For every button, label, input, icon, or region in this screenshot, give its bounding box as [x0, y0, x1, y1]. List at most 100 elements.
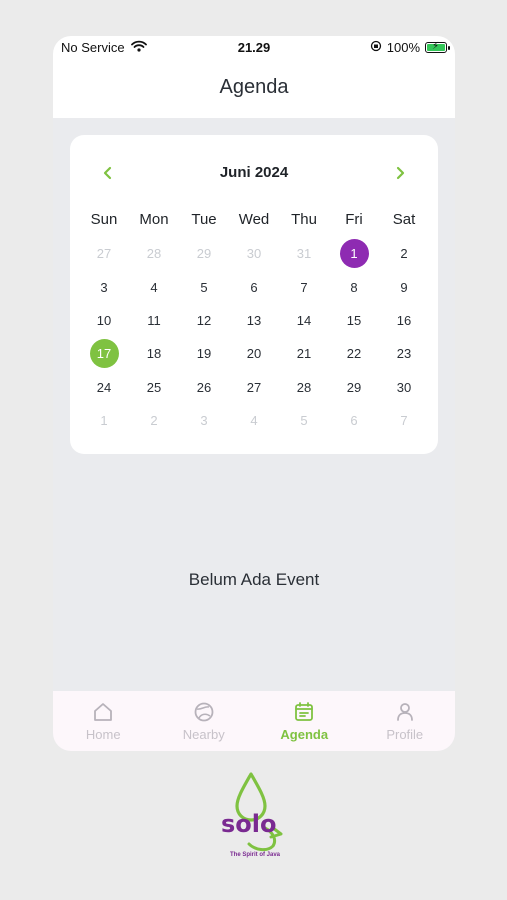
calendar-day[interactable]: 12	[179, 304, 229, 337]
day-number: 4	[150, 279, 158, 295]
calendar-day[interactable]: 23	[379, 337, 429, 370]
tab-label: Profile	[386, 727, 424, 742]
weekday-mon: Mon	[139, 211, 169, 228]
battery-icon: ⚡	[425, 41, 450, 53]
day-number: 29	[346, 379, 362, 395]
day-number: 18	[146, 346, 162, 362]
tab-nearby[interactable]: Nearby	[154, 691, 255, 751]
day-number: 16	[396, 312, 412, 328]
calendar-day[interactable]: 29	[329, 371, 379, 404]
calendar-day[interactable]: 22	[329, 337, 379, 370]
solo-logo: solo The Spirit of Java	[215, 770, 295, 866]
phone-screen: No Service 21.29 100% ⚡ Agenda Juni 2024…	[53, 36, 455, 751]
day-number: 23	[396, 346, 412, 362]
calendar-day[interactable]: 18	[129, 337, 179, 370]
weekday-sun: Sun	[90, 211, 118, 228]
next-month-button[interactable]	[388, 161, 412, 185]
calendar-day[interactable]: 31	[279, 237, 329, 270]
tab-profile[interactable]: Profile	[355, 691, 456, 751]
calendar-day[interactable]: 4	[129, 270, 179, 303]
calendar-day[interactable]: 27	[79, 237, 129, 270]
calendar-day[interactable]: 10	[79, 304, 129, 337]
calendar-day[interactable]: 13	[229, 304, 279, 337]
day-number: 5	[200, 279, 208, 295]
calendar-day[interactable]: 24	[79, 371, 129, 404]
calendar-day[interactable]: 3	[79, 270, 129, 303]
calendar-day[interactable]: 21	[279, 337, 329, 370]
day-number: 7	[300, 279, 308, 295]
weekday-fri: Fri	[345, 211, 363, 228]
calendar-day[interactable]: 8	[329, 270, 379, 303]
calendar-day[interactable]: 11	[129, 304, 179, 337]
weekday-tue: Tue	[191, 211, 217, 228]
calendar-day[interactable]: 9	[379, 270, 429, 303]
calendar-week-row: 24 25 26 27 28 29 30	[79, 371, 429, 404]
calendar-day[interactable]: 27	[229, 371, 279, 404]
calendar-day[interactable]: 5	[179, 270, 229, 303]
calendar-day[interactable]: 20	[229, 337, 279, 370]
day-number: 28	[146, 246, 162, 262]
calendar-day[interactable]: 1	[79, 404, 129, 437]
tab-label: Home	[85, 727, 121, 742]
calendar-day[interactable]: 2	[129, 404, 179, 437]
day-number: 26	[196, 379, 212, 395]
logo-tagline: The Spirit of Java	[229, 852, 280, 858]
calendar-day[interactable]: 7	[279, 270, 329, 303]
day-number: 31	[296, 246, 312, 262]
day-number: 2	[150, 413, 158, 429]
tab-home[interactable]: Home	[53, 691, 154, 751]
day-number: 20	[246, 346, 262, 362]
month-label: Juni 2024	[219, 164, 289, 181]
calendar-week-row: 3 4 5 6 7 8 9	[79, 270, 429, 303]
calendar-day[interactable]: 29	[179, 237, 229, 270]
orientation-lock-icon	[370, 40, 382, 55]
calendar-day[interactable]: 25	[129, 371, 179, 404]
calendar-day[interactable]: 28	[279, 371, 329, 404]
chevron-right-icon	[396, 166, 405, 180]
calendar-week-row: 1 2 3 4 5 6 7	[79, 404, 429, 437]
tab-agenda[interactable]: Agenda	[254, 691, 355, 751]
calendar-day[interactable]: 30	[379, 371, 429, 404]
day-number: 30	[396, 379, 412, 395]
calendar-day-today[interactable]: 17	[79, 337, 129, 370]
day-number: 3	[200, 413, 208, 429]
home-icon	[94, 703, 113, 721]
day-number: 29	[196, 246, 212, 262]
day-number: 6	[250, 279, 258, 295]
day-number: 27	[246, 379, 262, 395]
calendar-day[interactable]: 7	[379, 404, 429, 437]
globe-icon	[194, 702, 214, 722]
day-number: 7	[400, 413, 408, 429]
calendar-day[interactable]: 4	[229, 404, 279, 437]
day-number: 22	[346, 346, 362, 362]
weekday-thu: Thu	[291, 211, 317, 228]
day-number: 15	[346, 312, 362, 328]
day-number: 28	[296, 379, 312, 395]
calendar-day[interactable]: 16	[379, 304, 429, 337]
day-number: 9	[400, 279, 408, 295]
day-number: 19	[196, 346, 212, 362]
empty-state-message: Belum Ada Event	[188, 570, 320, 589]
day-number: 25	[146, 379, 162, 395]
calendar-day[interactable]: 19	[179, 337, 229, 370]
day-number: 8	[350, 279, 358, 295]
calendar-week-row: 10 11 12 13 14 15 16	[79, 304, 429, 337]
day-number: 6	[350, 413, 358, 429]
calendar-day[interactable]: 5	[279, 404, 329, 437]
day-number: 21	[296, 346, 312, 362]
calendar-day-event[interactable]: 1	[329, 237, 379, 270]
calendar-day[interactable]: 30	[229, 237, 279, 270]
calendar-day[interactable]: 28	[129, 237, 179, 270]
calendar-day[interactable]: 3	[179, 404, 229, 437]
calendar-day[interactable]: 2	[379, 237, 429, 270]
calendar-day[interactable]: 26	[179, 371, 229, 404]
status-bar: No Service 21.29 100% ⚡	[53, 36, 455, 60]
calendar-day[interactable]: 14	[279, 304, 329, 337]
calendar-day[interactable]: 6	[229, 270, 279, 303]
day-number: 14	[296, 312, 312, 328]
calendar-day[interactable]: 6	[329, 404, 379, 437]
calendar-week-row: 17 18 19 20 21 22 23	[79, 337, 429, 370]
bottom-tab-bar: Home Nearby Agenda Profile	[53, 691, 455, 751]
day-number: 3	[100, 279, 108, 295]
calendar-day[interactable]: 15	[329, 304, 379, 337]
